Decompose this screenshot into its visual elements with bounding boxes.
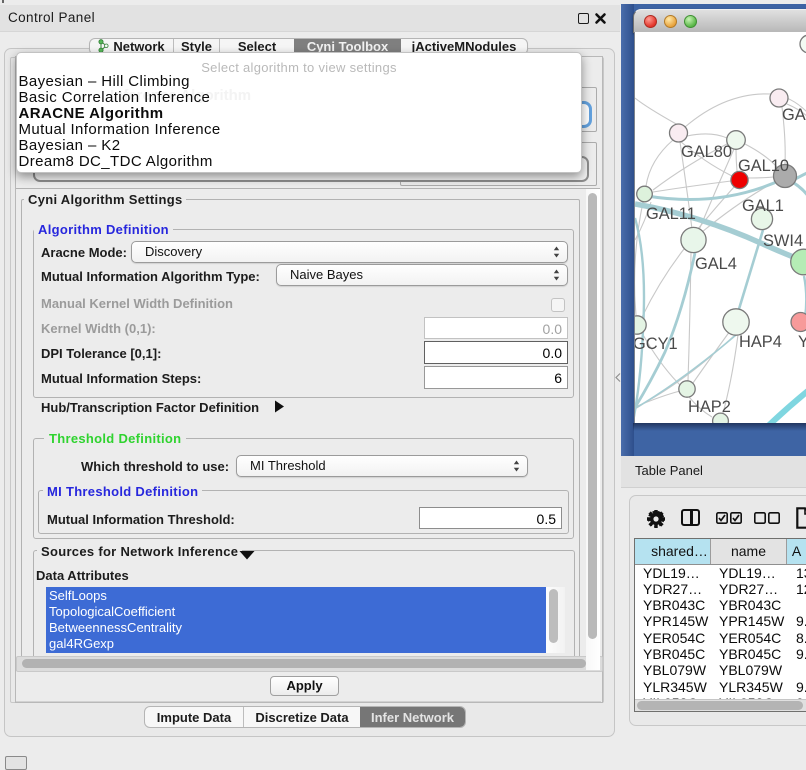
svg-text:GAL7: GAL7 [782, 106, 806, 124]
svg-text:SWI4: SWI4 [763, 232, 803, 250]
svg-text:GAL11: GAL11 [646, 205, 696, 223]
svg-text:GCY1: GCY1 [635, 335, 678, 353]
svg-text:Y: Y [798, 333, 806, 351]
svg-text:HAP4: HAP4 [739, 333, 782, 351]
svg-text:HAP2: HAP2 [688, 398, 731, 416]
svg-text:GAL10: GAL10 [738, 157, 789, 175]
svg-text:GAL1: GAL1 [742, 197, 784, 215]
svg-text:GAL80: GAL80 [681, 143, 732, 161]
svg-text:GAL4: GAL4 [695, 255, 737, 273]
